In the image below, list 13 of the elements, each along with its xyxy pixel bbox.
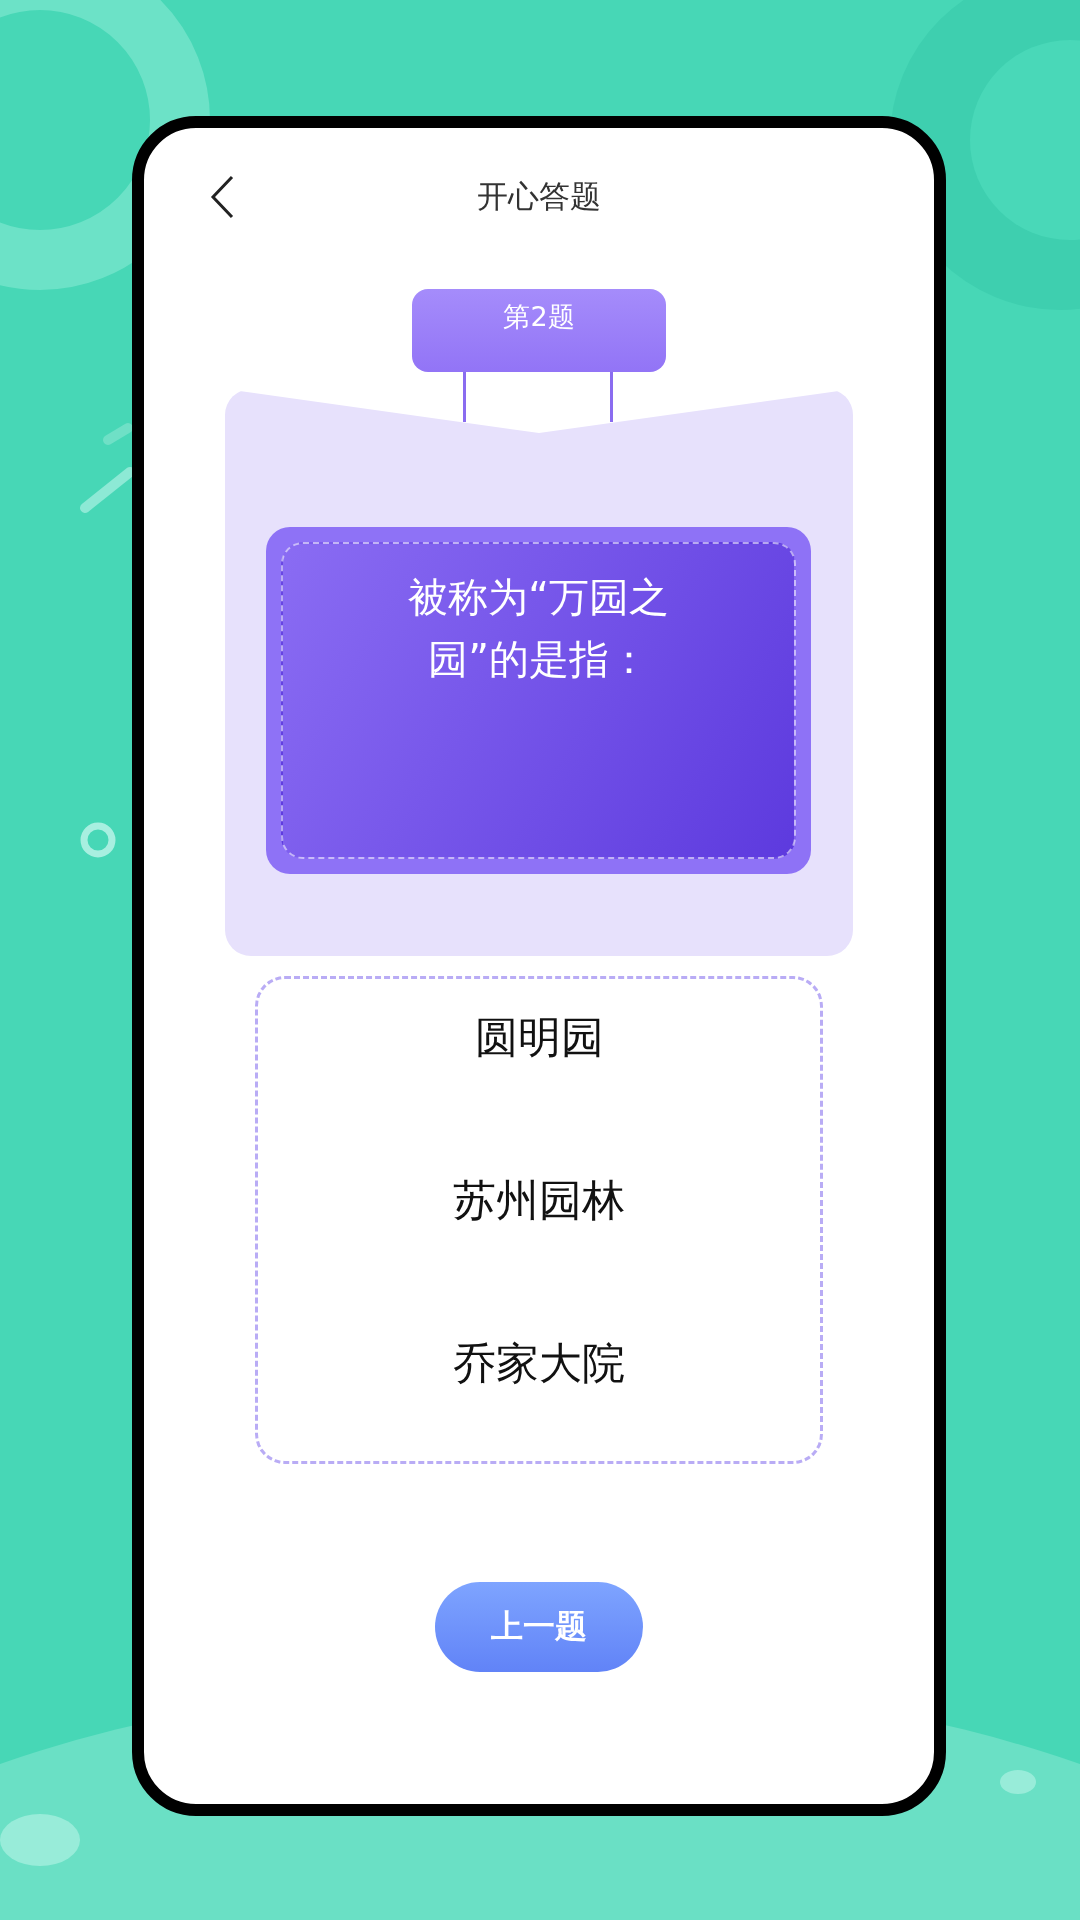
line-decoration — [103, 423, 133, 445]
screen-title: 开心答题 — [477, 177, 601, 216]
question-text: 被称为“万园之园”的是指： — [407, 573, 670, 684]
hanging-string — [463, 372, 466, 422]
back-icon[interactable] — [210, 175, 234, 219]
hanging-string — [610, 372, 613, 422]
question-number-tag: 第2题 — [412, 289, 666, 372]
answer-option[interactable]: 乔家大院 — [258, 1305, 820, 1423]
answer-option[interactable]: 苏州园林 — [258, 1142, 820, 1260]
line-decoration — [80, 467, 135, 513]
answer-option[interactable]: 圆明园 — [258, 979, 820, 1097]
ring-decoration — [80, 822, 116, 858]
spot-decoration — [1000, 1770, 1036, 1794]
